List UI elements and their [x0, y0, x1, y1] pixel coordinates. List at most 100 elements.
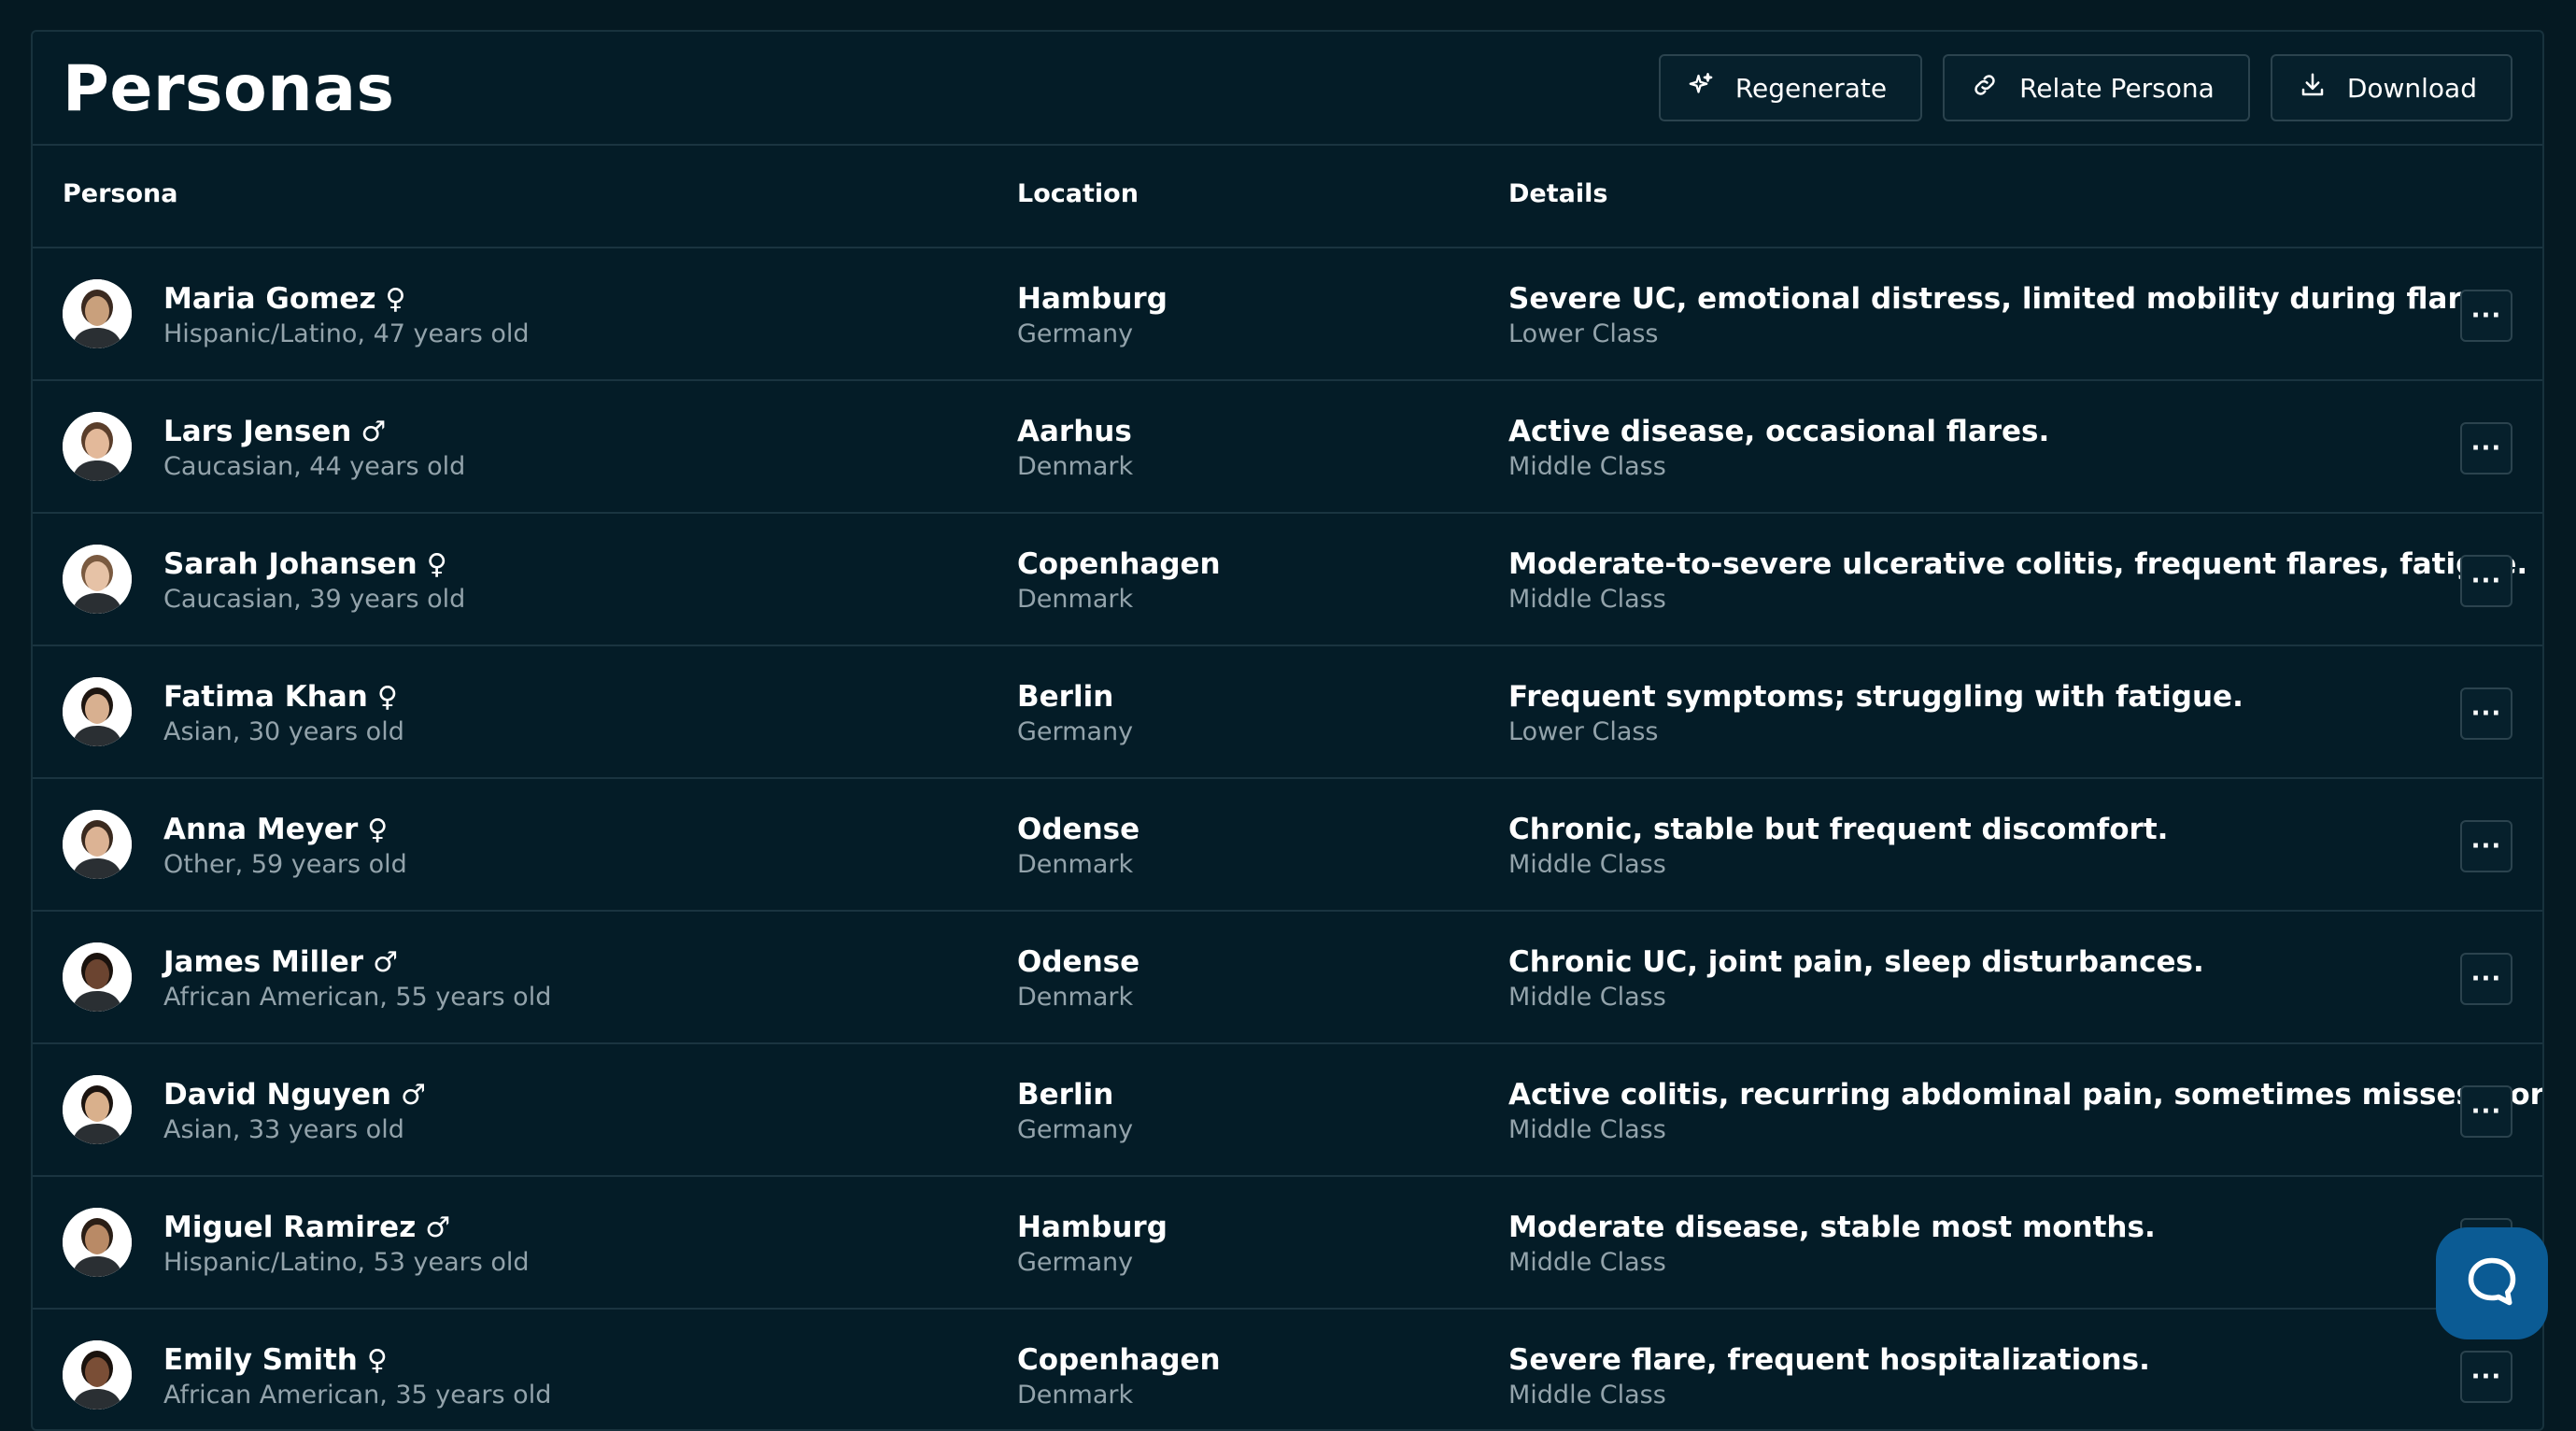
- avatar-portrait: [63, 545, 132, 614]
- persona-details: Active disease, occasional flares.: [1508, 415, 2050, 448]
- persona-details: Chronic, stable but frequent discomfort.: [1508, 813, 2169, 846]
- table-row[interactable]: Miguel Ramirez ♂ Hispanic/Latino, 53 yea…: [33, 1177, 2542, 1310]
- persona-details: Chronic UC, joint pain, sleep disturbanc…: [1508, 945, 2204, 979]
- location-country: Germany: [1017, 1115, 1134, 1144]
- relate-persona-button[interactable]: Relate Persona: [1943, 54, 2250, 121]
- persona-name: James Miller: [163, 945, 364, 979]
- column-header-location: Location: [1017, 179, 1139, 208]
- avatar: [63, 677, 132, 746]
- header-actions: Regenerate Relate Persona Download: [1658, 54, 2512, 121]
- download-button[interactable]: Download: [2270, 54, 2512, 121]
- gender-icon: ♀: [367, 813, 389, 846]
- avatar-portrait: [63, 279, 132, 348]
- persona-class: Lower Class: [1508, 717, 1659, 746]
- location-city: Copenhagen: [1017, 547, 1221, 581]
- table-row[interactable]: Maria Gomez ♀ Hispanic/Latino, 47 years …: [33, 248, 2542, 381]
- persona-details: Frequent symptoms; struggling with fatig…: [1508, 680, 2243, 714]
- gender-icon: ♂: [361, 415, 387, 448]
- more-options-button[interactable]: ···: [2460, 953, 2512, 1005]
- table-row[interactable]: Sarah Johansen ♀ Caucasian, 39 years old…: [33, 514, 2542, 646]
- table-row[interactable]: Lars Jensen ♂ Caucasian, 44 years old Aa…: [33, 381, 2542, 514]
- location-city: Hamburg: [1017, 282, 1168, 316]
- avatar: [63, 279, 132, 348]
- persona-details: Severe flare, frequent hospitalizations.: [1508, 1343, 2150, 1377]
- persona-name-line: Emily Smith ♀: [163, 1343, 388, 1377]
- ellipsis-icon: ···: [2470, 1363, 2502, 1391]
- location-city: Berlin: [1017, 1078, 1114, 1112]
- persona-class: Middle Class: [1508, 585, 1666, 614]
- persona-class: Middle Class: [1508, 983, 1666, 1012]
- table-header: Persona Location Details: [33, 146, 2542, 248]
- relate-persona-label: Relate Persona: [2019, 72, 2215, 104]
- persona-name-line: James Miller ♂: [163, 945, 398, 979]
- avatar-portrait: [63, 942, 132, 1012]
- link-icon: [1971, 71, 1999, 106]
- location-city: Odense: [1017, 945, 1140, 979]
- more-options-button[interactable]: ···: [2460, 1085, 2512, 1138]
- persona-demographics: Hispanic/Latino, 53 years old: [163, 1248, 530, 1277]
- location-city: Berlin: [1017, 680, 1114, 714]
- avatar: [63, 1075, 132, 1144]
- location-country: Denmark: [1017, 1381, 1134, 1410]
- ellipsis-icon: ···: [2470, 434, 2502, 462]
- persona-demographics: African American, 35 years old: [163, 1381, 552, 1410]
- location-country: Denmark: [1017, 585, 1134, 614]
- regenerate-button[interactable]: Regenerate: [1658, 54, 1923, 121]
- chat-button[interactable]: [2436, 1227, 2548, 1339]
- gender-icon: ♀: [366, 1343, 388, 1377]
- ellipsis-icon: ···: [2470, 1098, 2502, 1126]
- persona-name: Fatima Khan: [163, 680, 368, 714]
- persona-name: David Nguyen: [163, 1078, 391, 1112]
- avatar: [63, 412, 132, 481]
- download-icon: [2299, 71, 2327, 106]
- persona-class: Middle Class: [1508, 850, 1666, 879]
- persona-class: Middle Class: [1508, 1381, 1666, 1410]
- gender-icon: ♀: [385, 282, 406, 316]
- table-body: Maria Gomez ♀ Hispanic/Latino, 47 years …: [33, 248, 2542, 1429]
- persona-details: Severe UC, emotional distress, limited m…: [1508, 282, 2510, 316]
- more-options-button[interactable]: ···: [2460, 422, 2512, 475]
- location-country: Germany: [1017, 319, 1134, 348]
- table-row[interactable]: Emily Smith ♀ African American, 35 years…: [33, 1310, 2542, 1429]
- persona-demographics: Asian, 33 years old: [163, 1115, 404, 1144]
- more-options-button[interactable]: ···: [2460, 1351, 2512, 1403]
- avatar-portrait: [63, 412, 132, 481]
- table-row[interactable]: Anna Meyer ♀ Other, 59 years old Odense …: [33, 779, 2542, 912]
- ellipsis-icon: ···: [2470, 700, 2502, 728]
- gender-icon: ♀: [376, 680, 398, 714]
- avatar-portrait: [63, 677, 132, 746]
- persona-name-line: David Nguyen ♂: [163, 1078, 426, 1112]
- table-row[interactable]: James Miller ♂ African American, 55 year…: [33, 912, 2542, 1044]
- more-options-button[interactable]: ···: [2460, 820, 2512, 872]
- more-options-button[interactable]: ···: [2460, 555, 2512, 607]
- avatar: [63, 942, 132, 1012]
- persona-name: Sarah Johansen: [163, 547, 418, 581]
- location-country: Denmark: [1017, 850, 1134, 879]
- location-city: Copenhagen: [1017, 1343, 1221, 1377]
- avatar-portrait: [63, 1208, 132, 1277]
- persona-class: Lower Class: [1508, 319, 1659, 348]
- persona-name: Miguel Ramirez: [163, 1211, 417, 1244]
- table-row[interactable]: David Nguyen ♂ Asian, 33 years old Berli…: [33, 1044, 2542, 1177]
- persona-name: Maria Gomez: [163, 282, 376, 316]
- download-label: Download: [2346, 72, 2477, 104]
- persona-name-line: Lars Jensen ♂: [163, 415, 386, 448]
- more-options-button[interactable]: ···: [2460, 687, 2512, 740]
- gender-icon: ♂: [425, 1211, 451, 1244]
- persona-demographics: African American, 55 years old: [163, 983, 552, 1012]
- location-country: Denmark: [1017, 452, 1134, 481]
- regenerate-label: Regenerate: [1734, 72, 1888, 104]
- persona-name-line: Anna Meyer ♀: [163, 813, 388, 846]
- persona-class: Middle Class: [1508, 1115, 1666, 1144]
- avatar-portrait: [63, 810, 132, 879]
- table-row[interactable]: Fatima Khan ♀ Asian, 30 years old Berlin…: [33, 646, 2542, 779]
- avatar: [63, 545, 132, 614]
- ellipsis-icon: ···: [2470, 965, 2502, 993]
- persona-name: Lars Jensen: [163, 415, 352, 448]
- avatar-portrait: [63, 1075, 132, 1144]
- sparkle-icon: [1687, 71, 1715, 106]
- persona-demographics: Caucasian, 39 years old: [163, 585, 466, 614]
- more-options-button[interactable]: ···: [2460, 290, 2512, 342]
- persona-details: Active colitis, recurring abdominal pain…: [1508, 1078, 2544, 1112]
- page-title: Personas: [63, 52, 395, 126]
